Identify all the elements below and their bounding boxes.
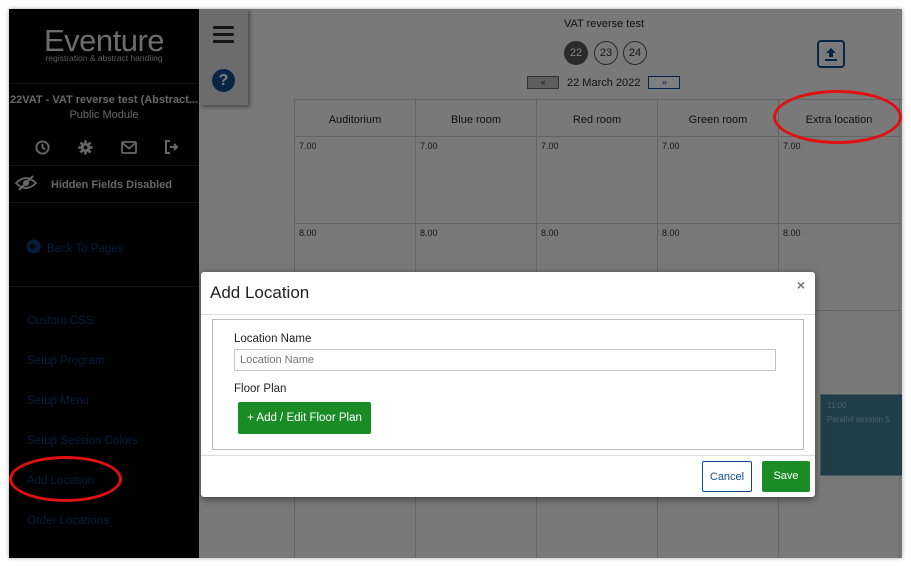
floor-plan-label: Floor Plan xyxy=(234,383,287,395)
modal-title: Add Location xyxy=(210,283,310,302)
modal-divider xyxy=(201,455,815,456)
cancel-button[interactable]: Cancel xyxy=(702,461,752,492)
modal-body: Location Name Floor Plan + Add / Edit Fl… xyxy=(212,319,804,450)
location-name-label: Location Name xyxy=(234,333,312,345)
location-name-input[interactable] xyxy=(234,349,776,371)
add-location-modal: Add Location × Location Name Floor Plan … xyxy=(201,272,815,497)
close-icon[interactable]: × xyxy=(797,277,805,293)
add-floor-plan-button[interactable]: + Add / Edit Floor Plan xyxy=(238,402,371,434)
app-window: Eventure registration & abstract handlin… xyxy=(9,9,902,558)
modal-divider xyxy=(201,314,815,315)
save-button[interactable]: Save xyxy=(762,461,810,492)
